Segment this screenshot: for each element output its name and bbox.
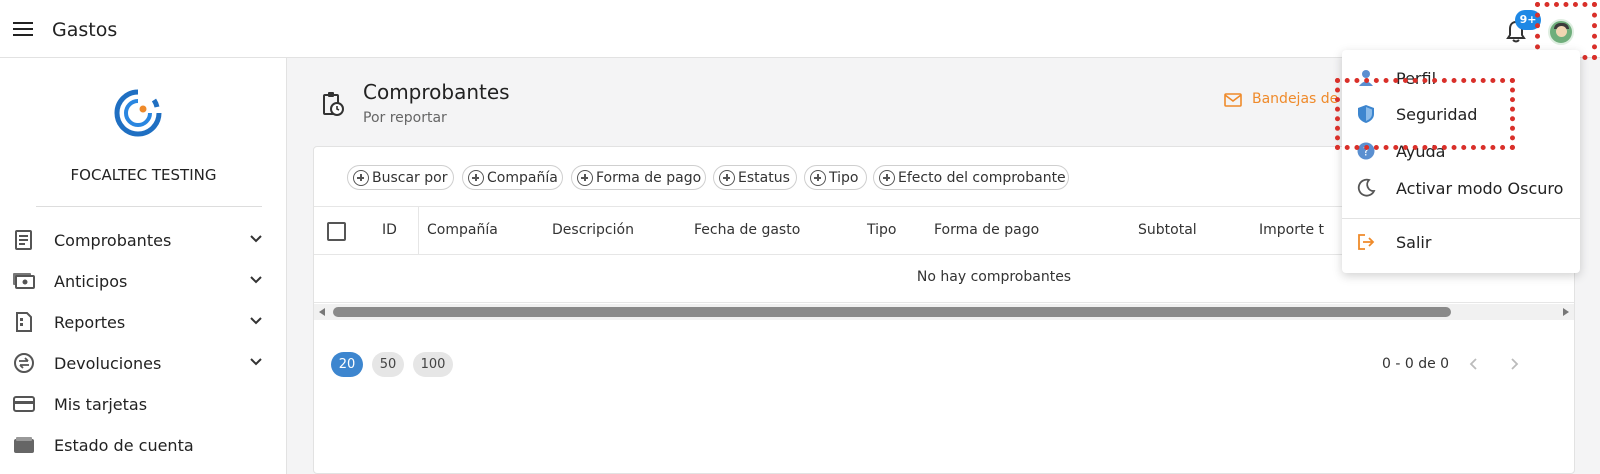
add-circle-icon — [353, 170, 369, 186]
mail-icon — [1224, 93, 1242, 107]
sidebar-item-label: Devoluciones — [54, 354, 162, 373]
sidebar-item-label: Reportes — [54, 313, 126, 332]
help-icon: ? — [1357, 142, 1375, 160]
menu-item-perfil[interactable]: Perfil — [1342, 60, 1580, 96]
cash-icon — [13, 273, 35, 289]
svg-text:?: ? — [1363, 145, 1369, 159]
sidebar-item-label: Estado de cuenta — [54, 436, 194, 455]
refund-icon — [14, 353, 34, 373]
menu-divider — [1342, 218, 1580, 219]
sidebar-item-devoluciones[interactable]: Devoluciones — [0, 343, 287, 383]
chevron-down-icon — [250, 276, 262, 284]
select-all-checkbox[interactable] — [327, 222, 346, 241]
page-size-100[interactable]: 100 — [413, 352, 453, 377]
shield-icon — [1358, 105, 1374, 123]
column-header-descripcion[interactable]: Descripción — [552, 222, 634, 238]
filter-chip-forma-de-pago[interactable]: Forma de pago — [571, 165, 706, 190]
sidebar-item-anticipos[interactable]: Anticipos — [0, 261, 287, 301]
receipt-icon — [15, 230, 32, 250]
company-name: FOCALTEC TESTING — [70, 166, 217, 184]
column-header-fecha-de-gasto[interactable]: Fecha de gasto — [694, 222, 800, 238]
sidebar-divider — [36, 206, 262, 207]
filter-chip-estatus[interactable]: Estatus — [713, 165, 797, 190]
column-header-importe-total[interactable]: Importe t — [1259, 222, 1324, 238]
add-circle-icon — [577, 170, 593, 186]
filter-chip-tipo[interactable]: Tipo — [804, 165, 867, 190]
scroll-left-arrow-icon[interactable] — [319, 308, 325, 316]
pagination-range: 0 - 0 de 0 — [1382, 356, 1450, 372]
horizontal-scrollbar[interactable] — [314, 304, 1574, 320]
column-header-forma-de-pago[interactable]: Forma de pago — [934, 222, 1039, 238]
logout-icon — [1358, 234, 1375, 250]
sidebar-item-label: Anticipos — [54, 272, 128, 291]
moon-icon — [1357, 178, 1376, 197]
chevron-down-icon — [250, 317, 262, 325]
scroll-right-arrow-icon[interactable] — [1563, 308, 1569, 316]
wallet-icon — [14, 437, 34, 453]
page-subtitle: Por reportar — [363, 110, 447, 126]
sidebar-item-estado-de-cuenta[interactable]: Estado de cuenta — [0, 425, 287, 465]
sidebar-item-label: Mis tarjetas — [54, 395, 148, 414]
sidebar-item-comprobantes[interactable]: Comprobantes — [0, 220, 287, 260]
inbox-link-label: Bandejas de — [1252, 91, 1339, 107]
filter-chip-compania[interactable]: Compañía — [462, 165, 563, 190]
chevron-down-icon — [250, 358, 262, 366]
app-title: Gastos — [52, 19, 118, 41]
menu-item-modo-oscuro[interactable]: Activar modo Oscuro — [1342, 170, 1580, 206]
card-icon — [13, 396, 35, 412]
add-circle-icon — [719, 170, 735, 186]
page-title: Comprobantes — [363, 80, 510, 104]
column-header-tipo[interactable]: Tipo — [867, 222, 896, 238]
hamburger-menu-icon[interactable] — [13, 22, 33, 38]
avatar[interactable] — [1548, 19, 1574, 45]
sidebar: FOCALTEC TESTING Comprobantes Anticipos … — [0, 58, 287, 474]
person-icon — [1359, 70, 1373, 86]
sidebar-item-label: Comprobantes — [54, 231, 172, 250]
page-size-20[interactable]: 20 — [331, 352, 363, 377]
report-icon — [16, 312, 32, 332]
company-logo-icon — [114, 89, 162, 137]
sidebar-item-mis-tarjetas[interactable]: Mis tarjetas — [0, 384, 287, 424]
column-header-id[interactable]: ID — [382, 222, 397, 238]
menu-item-salir[interactable]: Salir — [1342, 224, 1580, 260]
column-divider — [418, 207, 419, 255]
user-menu-dropdown: Perfil Seguridad ? Ayuda Activar modo Os… — [1342, 50, 1580, 273]
filter-chip-efecto-del-comprobante[interactable]: Efecto del comprobante — [873, 165, 1069, 190]
add-circle-icon — [810, 170, 826, 186]
chevron-down-icon — [250, 235, 262, 243]
column-header-subtotal[interactable]: Subtotal — [1138, 222, 1197, 238]
add-circle-icon — [879, 170, 895, 186]
column-header-compania[interactable]: Compañía — [427, 222, 498, 238]
scrollbar-thumb[interactable] — [333, 307, 1451, 317]
notification-badge: 9+ — [1515, 10, 1541, 30]
filter-chip-buscar-por[interactable]: Buscar por — [347, 165, 454, 190]
sidebar-item-reportes[interactable]: Reportes — [0, 302, 287, 342]
clipboard-clock-icon — [323, 92, 344, 116]
menu-item-seguridad[interactable]: Seguridad — [1342, 96, 1580, 132]
menu-item-ayuda[interactable]: ? Ayuda — [1342, 133, 1580, 169]
chevron-left-icon[interactable] — [1467, 357, 1481, 371]
add-circle-icon — [468, 170, 484, 186]
page-size-50[interactable]: 50 — [372, 352, 404, 377]
chevron-right-icon[interactable] — [1507, 357, 1521, 371]
